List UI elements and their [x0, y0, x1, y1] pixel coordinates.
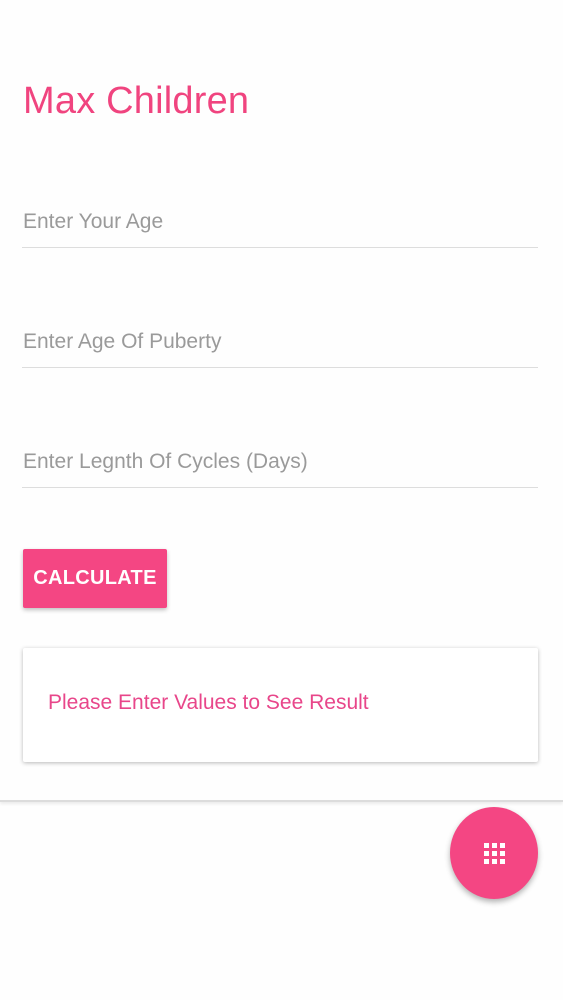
calculate-button[interactable]: CALCULATE [23, 549, 167, 608]
app-screen: Max Children CALCULATE Please Enter Valu… [0, 0, 563, 1000]
grid-icon [483, 842, 505, 864]
age-input[interactable] [22, 188, 538, 248]
main-content: Max Children CALCULATE Please Enter Valu… [0, 0, 563, 802]
puberty-age-input[interactable] [22, 308, 538, 368]
result-message: Please Enter Values to See Result [48, 691, 369, 714]
cycle-length-input[interactable] [22, 428, 538, 488]
menu-fab-button[interactable] [450, 807, 538, 899]
page-title: Max Children [23, 80, 250, 122]
result-card: Please Enter Values to See Result [23, 648, 538, 762]
